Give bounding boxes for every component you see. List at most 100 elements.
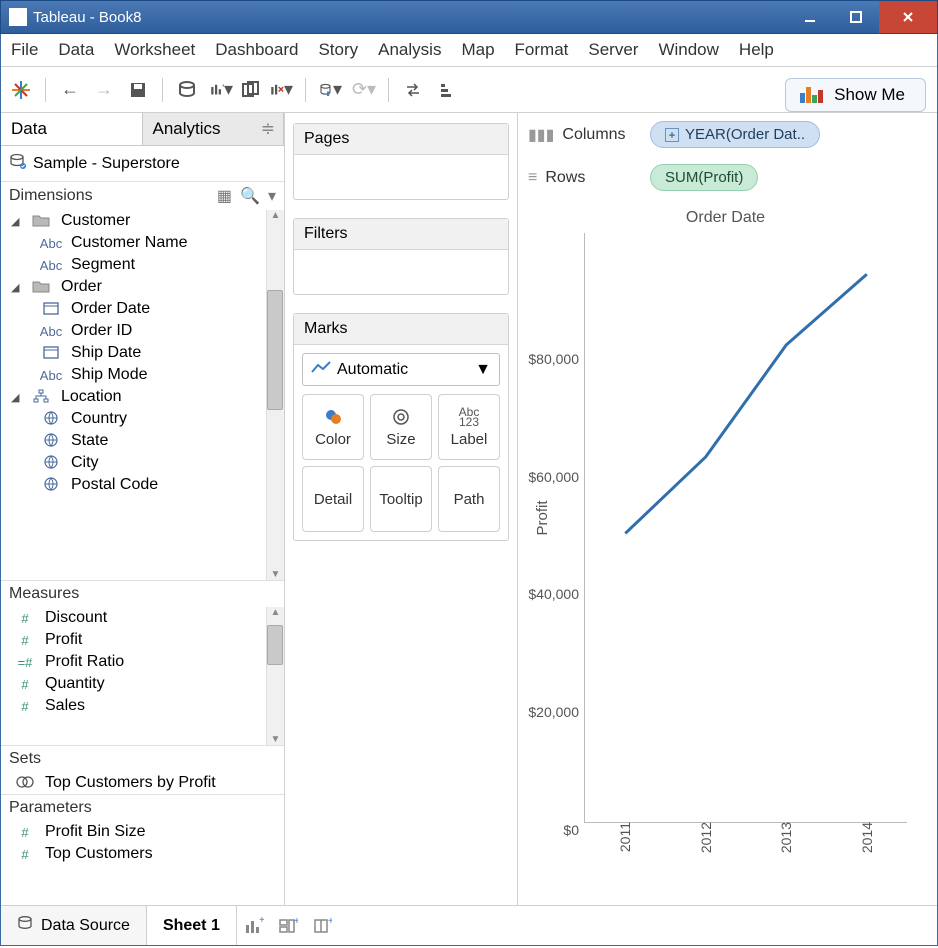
menu-server[interactable]: Server [588,40,638,60]
scrollbar-thumb[interactable] [267,290,283,410]
pages-card[interactable]: Pages [293,123,509,200]
sort-asc-icon[interactable] [435,78,459,102]
mark-size-button[interactable]: Size [370,394,432,460]
analytics-menu-icon[interactable]: ≑ [261,119,275,139]
show-me-button[interactable]: Show Me [785,78,926,112]
dimension-field[interactable]: City [1,452,284,474]
y-tick-label: $0 [563,822,585,838]
set-item[interactable]: Top Customers by Profit [1,772,284,794]
dimensions-menu-icon[interactable]: ▾ [268,186,276,206]
measure-field[interactable]: #Quantity [1,673,284,695]
dimension-field[interactable]: AbcCustomer Name [1,232,284,254]
dimension-label: Location [61,388,122,406]
menu-help[interactable]: Help [739,40,774,60]
caret-icon[interactable]: ◢ [11,281,21,294]
back-icon[interactable]: ← [58,78,82,102]
close-button[interactable] [879,1,937,33]
filters-card[interactable]: Filters [293,218,509,295]
dimension-field[interactable]: Ship Date [1,342,284,364]
menu-worksheet[interactable]: Worksheet [114,40,195,60]
dimension-field[interactable]: Postal Code [1,474,284,496]
dimension-field[interactable]: AbcShip Mode [1,364,284,386]
dimension-label: Ship Date [71,344,141,362]
save-icon[interactable] [126,78,150,102]
datasource-tab-icon [17,915,33,936]
dimension-field[interactable]: State [1,430,284,452]
columns-pill[interactable]: + YEAR(Order Dat.. [650,121,820,148]
mark-tooltip-button[interactable]: Tooltip [370,466,432,532]
filters-card-header: Filters [294,219,508,250]
rows-pill[interactable]: SUM(Profit) [650,164,758,191]
dimension-folder[interactable]: ◢Customer [1,210,284,232]
size-icon [391,407,411,427]
section-parameters-label: Parameters [9,799,92,817]
menu-data[interactable]: Data [58,40,94,60]
tableau-logo-icon[interactable] [9,78,33,102]
menu-map[interactable]: Map [461,40,494,60]
menu-analysis[interactable]: Analysis [378,40,441,60]
caret-icon[interactable]: ◢ [11,215,21,228]
forward-icon[interactable]: → [92,78,116,102]
tab-sheet-1[interactable]: Sheet 1 [147,906,237,945]
measure-field[interactable]: =#Profit Ratio [1,651,284,673]
dimension-folder[interactable]: ◢Order [1,276,284,298]
parameter-item[interactable]: # Profit Bin Size [1,821,284,843]
chevron-down-icon: ▼ [475,361,491,379]
caret-icon[interactable]: ◢ [11,391,21,404]
folder-icon [27,279,55,296]
mark-detail-button[interactable]: Detail [302,466,364,532]
mark-label-button[interactable]: Abc123 Label [438,394,500,460]
measure-field[interactable]: #Sales [1,695,284,717]
measures-scrollbar[interactable]: ▲ ▼ [266,607,284,745]
datasource-icon[interactable] [175,78,199,102]
dimension-folder[interactable]: ◢ Location [1,386,284,408]
dimension-field[interactable]: Country [1,408,284,430]
tab-analytics[interactable]: Analytics ≑ [143,113,285,145]
minimize-button[interactable] [787,1,833,33]
section-sets-label: Sets [9,750,41,768]
dimension-field[interactable]: AbcOrder ID [1,320,284,342]
tab-data-source[interactable]: Data Source [1,906,147,945]
menu-story[interactable]: Story [318,40,358,60]
menu-window[interactable]: Window [658,40,718,60]
duplicate-sheet-icon[interactable] [239,78,263,102]
measure-field[interactable]: #Discount [1,607,284,629]
chart-plot[interactable]: $0$20,000$40,000$60,000$80,0002011201220… [584,233,907,823]
connect-icon[interactable]: ▾ [318,78,342,102]
menu-format[interactable]: Format [515,40,569,60]
view-as-icon[interactable]: ▦ [217,186,232,206]
new-dashboard-tab-icon[interactable]: + [271,906,305,945]
dimension-label: Segment [71,256,135,274]
svg-text:+: + [222,82,224,89]
menu-dashboard[interactable]: Dashboard [215,40,298,60]
dimension-label: Order ID [71,322,132,340]
tab-data[interactable]: Data [1,113,143,145]
rows-shelf[interactable]: ≡ Rows SUM(Profit) [518,156,937,199]
scrollbar-thumb[interactable] [267,625,283,665]
mark-label-label: Label [451,431,488,448]
swap-icon[interactable] [401,78,425,102]
parameter-item[interactable]: # Top Customers [1,843,284,865]
mark-path-button[interactable]: Path [438,466,500,532]
color-icon [323,407,343,427]
refresh-icon[interactable]: ⟳▾ [352,78,376,102]
line-icon [311,360,331,379]
dimension-field[interactable]: AbcSegment [1,254,284,276]
mark-type-dropdown[interactable]: Automatic ▼ [302,353,500,386]
maximize-button[interactable] [833,1,879,33]
new-worksheet-tab-icon[interactable]: + [237,906,271,945]
mark-color-button[interactable]: Color [302,394,364,460]
new-story-tab-icon[interactable]: + [305,906,339,945]
measure-field[interactable]: #Profit [1,629,284,651]
dimensions-scrollbar[interactable]: ▲ ▼ [266,210,284,580]
clear-sheet-icon[interactable]: ▾ [269,78,293,102]
dimension-field[interactable]: Order Date [1,298,284,320]
menu-file[interactable]: File [11,40,38,60]
new-worksheet-icon[interactable]: +▾ [209,78,233,102]
datasource-icon [9,152,27,175]
columns-shelf[interactable]: ▮▮▮ Columns + YEAR(Order Dat.. [518,113,937,156]
number-icon: # [11,825,39,840]
show-me-label: Show Me [834,85,905,105]
search-icon[interactable]: 🔍 [240,186,260,206]
datasource-item[interactable]: Sample - Superstore [1,146,284,181]
